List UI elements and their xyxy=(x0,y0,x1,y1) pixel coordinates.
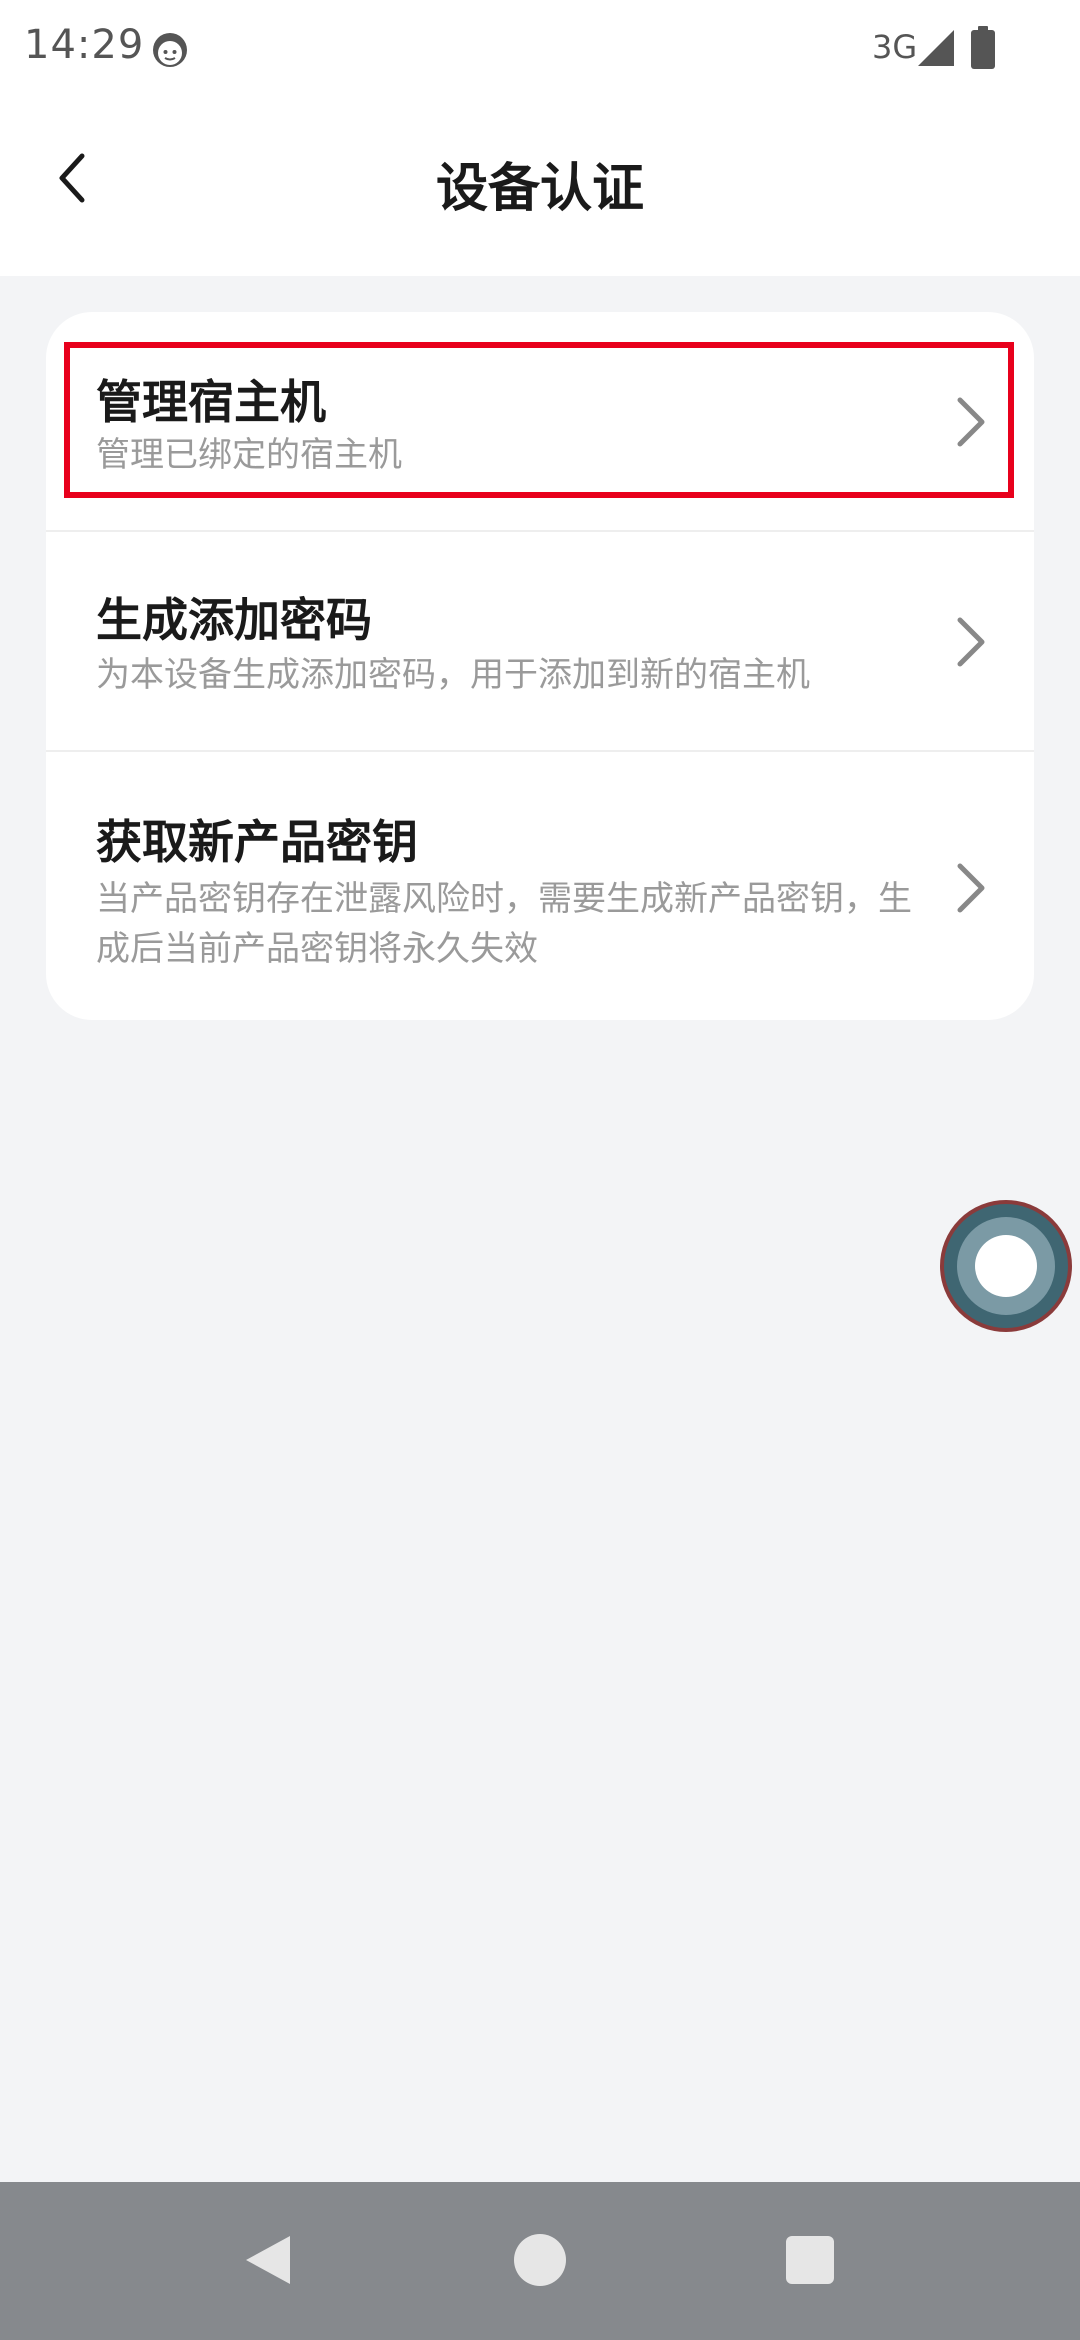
nav-home-icon[interactable] xyxy=(514,2234,566,2286)
signal-icon xyxy=(918,30,954,66)
chevron-right-icon xyxy=(957,397,985,447)
list-item-title: 获取新产品密钥 xyxy=(96,815,418,869)
nav-recents-icon[interactable] xyxy=(786,2236,834,2284)
list-item-description: 管理已绑定的宿主机 xyxy=(96,435,402,475)
list-item-new-product-key[interactable]: 获取新产品密钥 当产品密钥存在泄露风险时，需要生成新产品密钥，生成后当前产品密钥… xyxy=(46,750,1034,1020)
list-item-title: 生成添加密码 xyxy=(96,593,372,647)
network-type: 3G xyxy=(872,28,918,66)
status-bar: 14:29 3G xyxy=(0,0,1080,100)
list-item-description: 为本设备生成添加密码，用于添加到新的宿主机 xyxy=(96,655,810,695)
nav-back-icon[interactable] xyxy=(240,2232,296,2288)
list-item-title: 管理宿主机 xyxy=(96,375,326,429)
list-item-description: 当产品密钥存在泄露风险时，需要生成新产品密钥，生成后当前产品密钥将永久失效 xyxy=(96,879,912,969)
chevron-right-icon xyxy=(957,617,985,667)
floating-assistant-button[interactable] xyxy=(940,1200,1072,1332)
battery-icon xyxy=(971,26,995,69)
floating-button-core xyxy=(975,1235,1037,1297)
page-title: 设备认证 xyxy=(435,159,644,219)
status-time: 14:29 xyxy=(24,22,145,68)
app-header: 设备认证 xyxy=(0,100,1080,276)
chevron-right-icon xyxy=(957,863,985,913)
floating-button-ring xyxy=(957,1217,1055,1315)
settings-card: 管理宿主机 管理已绑定的宿主机 生成添加密码 为本设备生成添加密码，用于添加到新… xyxy=(46,312,1034,1020)
list-item-generate-password[interactable]: 生成添加密码 为本设备生成添加密码，用于添加到新的宿主机 xyxy=(46,530,1034,750)
app-face-icon xyxy=(153,33,187,67)
list-item-manage-host[interactable]: 管理宿主机 管理已绑定的宿主机 xyxy=(46,312,1034,530)
system-navigation-bar xyxy=(0,2182,1080,2340)
